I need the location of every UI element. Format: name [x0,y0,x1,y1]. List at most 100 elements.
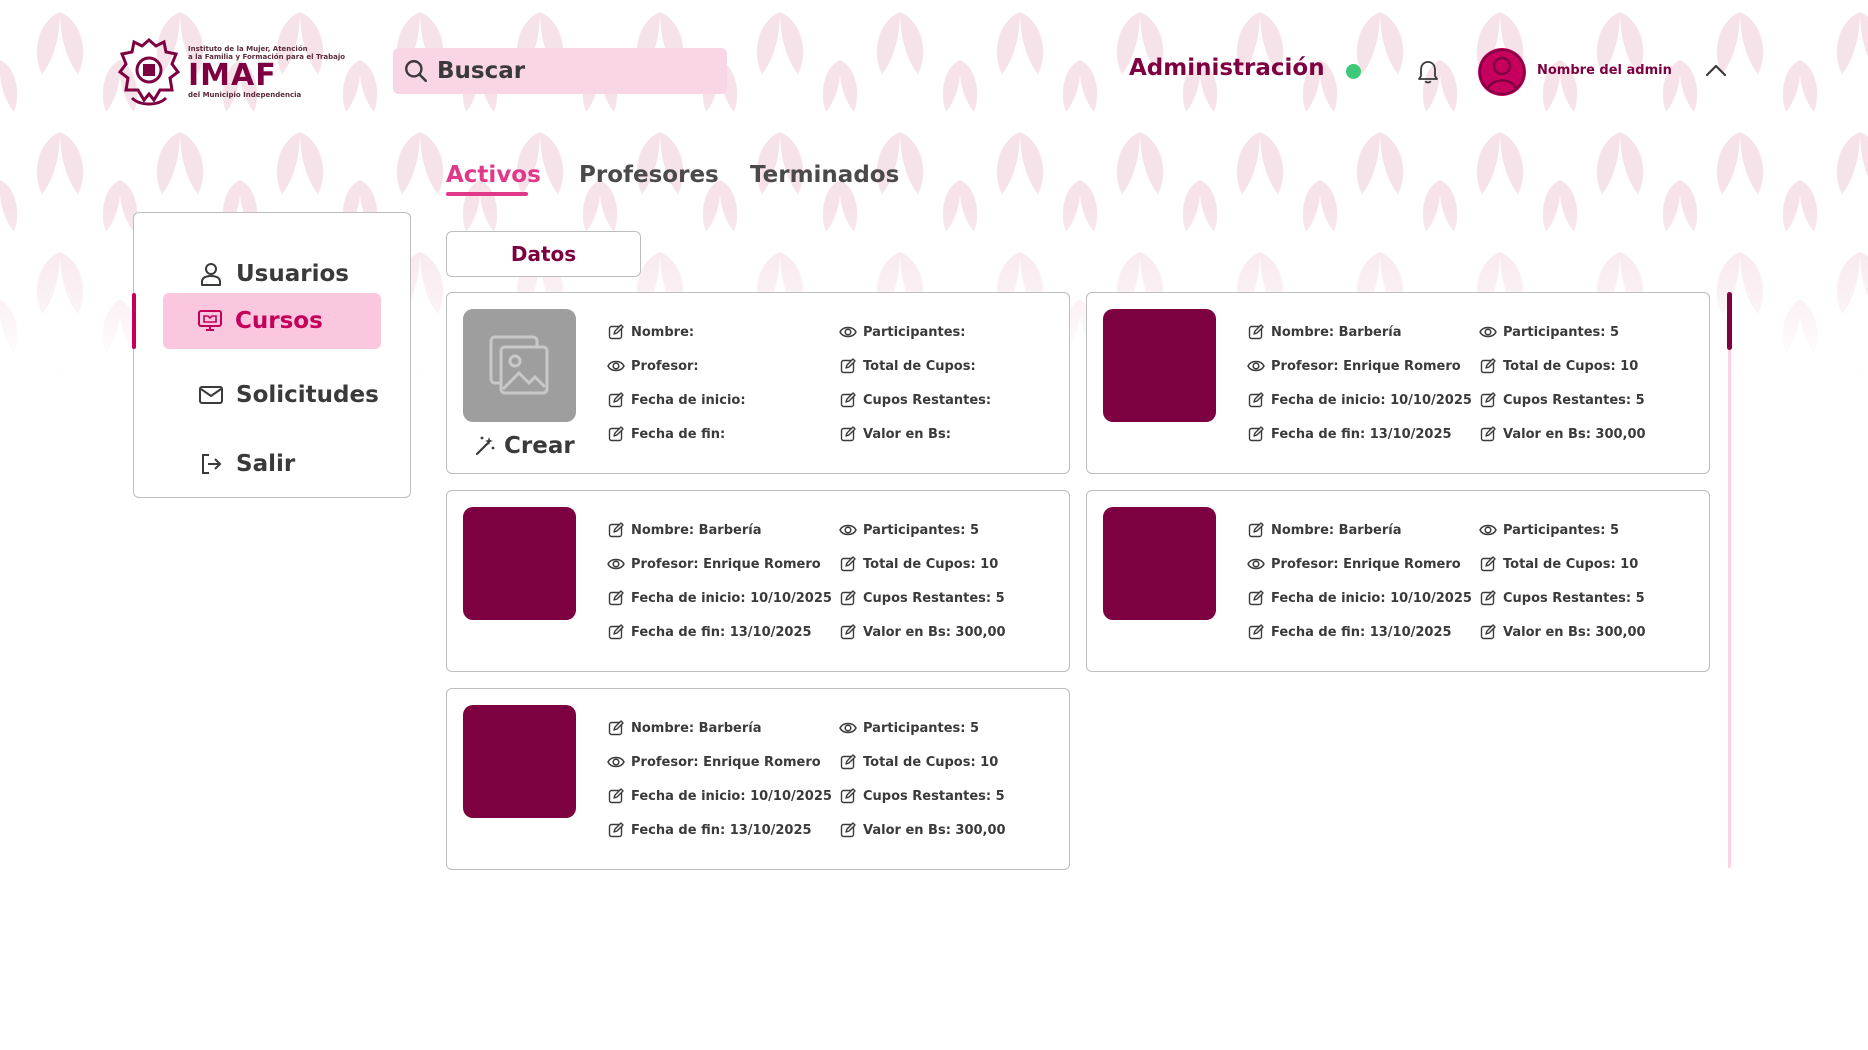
field-profesor[interactable]: Profesor: Enrique Romero [607,555,821,573]
eye-icon [839,323,857,341]
edit-icon [839,357,857,375]
field-nombre[interactable]: Nombre: Barbería [607,521,761,539]
sidebar-item-solicitudes[interactable]: Solicitudes [134,367,412,423]
create-course-card: Crear Nombre: Profesor: Fecha de inicio:… [446,292,1070,474]
field-value: Valor en Bs: 300,00 [863,822,1006,838]
field-fecha-inicio[interactable]: Fecha de inicio: 10/10/2025 [1247,391,1472,409]
avatar[interactable] [1478,48,1526,96]
field-value: Fecha de fin: 13/10/2025 [631,624,812,640]
field-value: Participantes: 5 [863,720,980,736]
course-card[interactable]: Nombre: Barbería Profesor: Enrique Romero… [446,688,1070,870]
field-participantes[interactable]: Participantes: 5 [839,719,979,737]
field-label: Profesor: [631,358,699,374]
field-nombre[interactable]: Nombre: Barbería [607,719,761,737]
search-placeholder: Buscar [437,58,526,84]
edit-icon [1479,623,1497,641]
edit-icon [839,821,857,839]
field-cupos-restantes[interactable]: Cupos Restantes: 5 [1479,391,1645,409]
sidebar-item-salir[interactable]: Salir [134,436,412,492]
field-total-cupos[interactable]: Total de Cupos: 10 [1479,555,1638,573]
field-nombre[interactable]: Nombre: Barbería [1247,521,1401,539]
field-valor[interactable]: Valor en Bs: 300,00 [839,623,1006,641]
field-total-cupos[interactable]: Total de Cupos: [839,357,976,375]
field-profesor[interactable]: Profesor: Enrique Romero [1247,357,1461,375]
field-cupos-restantes[interactable]: Cupos Restantes: [839,391,991,409]
field-fecha-inicio[interactable]: Fecha de inicio: 10/10/2025 [607,589,832,607]
field-value: Total de Cupos: 10 [1503,556,1639,572]
edit-icon [1247,623,1265,641]
eye-icon [1479,521,1497,539]
course-card[interactable]: Nombre: Barbería Profesor: Enrique Romero… [1086,292,1710,474]
field-fecha-inicio[interactable]: Fecha de inicio: 10/10/2025 [607,787,832,805]
course-card[interactable]: Nombre: Barbería Profesor: Enrique Romero… [446,490,1070,672]
tab-profesores[interactable]: Profesores [579,162,719,188]
field-fecha-fin[interactable]: Fecha de fin: 13/10/2025 [1247,425,1452,443]
course-image[interactable] [463,507,576,620]
brand-line1: Instituto de la Mujer, Atención [188,45,308,53]
user-icon [198,261,224,287]
course-card[interactable]: Nombre: Barbería Profesor: Enrique Romero… [1086,490,1710,672]
field-nombre[interactable]: Nombre: [607,323,694,341]
field-valor[interactable]: Valor en Bs: [839,425,951,443]
chevron-up-icon [1705,64,1727,77]
field-label: Cupos Restantes: [863,392,992,408]
tab-activos[interactable]: Activos [446,162,541,188]
notification-button[interactable] [1416,59,1440,89]
field-valor[interactable]: Valor en Bs: 300,00 [1479,623,1646,641]
field-cupos-restantes[interactable]: Cupos Restantes: 5 [839,589,1005,607]
course-image[interactable] [1103,507,1216,620]
brand-logo[interactable]: Instituto de la Mujer, Atención a la Fam… [118,34,358,110]
datos-button[interactable]: Datos [446,231,641,277]
field-fecha-fin[interactable]: Fecha de fin: 13/10/2025 [607,623,812,641]
field-participantes[interactable]: Participantes: 5 [839,521,979,539]
search-icon [405,60,428,83]
field-participantes[interactable]: Participantes: 5 [1479,323,1619,341]
field-fecha-fin[interactable]: Fecha de fin: 13/10/2025 [1247,623,1452,641]
edit-icon [607,323,625,341]
field-fecha-fin[interactable]: Fecha de fin: 13/10/2025 [607,821,812,839]
field-valor[interactable]: Valor en Bs: 300,00 [1479,425,1646,443]
account-menu-toggle[interactable] [1704,62,1728,82]
search-input[interactable]: Buscar [393,48,727,94]
field-fecha-fin[interactable]: Fecha de fin: [607,425,725,443]
tab-terminados[interactable]: Terminados [750,162,899,188]
field-fecha-inicio[interactable]: Fecha de inicio: [607,391,746,409]
field-value: Cupos Restantes: 5 [1503,590,1645,606]
field-total-cupos[interactable]: Total de Cupos: 10 [1479,357,1638,375]
field-label: Valor en Bs: [863,426,951,442]
field-fecha-inicio[interactable]: Fecha de inicio: 10/10/2025 [1247,589,1472,607]
course-image[interactable] [463,705,576,818]
scrollbar-track[interactable] [1728,292,1731,868]
field-nombre[interactable]: Nombre: Barbería [1247,323,1401,341]
field-participantes[interactable]: Participantes: [839,323,966,341]
field-profesor[interactable]: Profesor: Enrique Romero [607,753,821,771]
create-button[interactable]: Crear [474,433,575,459]
sidebar-item-cursos[interactable]: Cursos [163,293,381,349]
field-total-cupos[interactable]: Total de Cupos: 10 [839,555,998,573]
edit-icon [607,589,625,607]
field-total-cupos[interactable]: Total de Cupos: 10 [839,753,998,771]
edit-icon [607,391,625,409]
edit-icon [839,425,857,443]
field-label: Nombre: [631,324,695,340]
monitor-icon [197,308,223,334]
field-valor[interactable]: Valor en Bs: 300,00 [839,821,1006,839]
field-value: Valor en Bs: 300,00 [1503,624,1646,640]
field-participantes[interactable]: Participantes: 5 [1479,521,1619,539]
field-value: Fecha de fin: 13/10/2025 [631,822,812,838]
course-image[interactable] [1103,309,1216,422]
field-profesor[interactable]: Profesor: Enrique Romero [1247,555,1461,573]
field-profesor[interactable]: Profesor: [607,357,699,375]
field-cupos-restantes[interactable]: Cupos Restantes: 5 [839,787,1005,805]
image-placeholder[interactable] [463,309,576,422]
edit-icon [839,787,857,805]
scrollbar-thumb[interactable] [1727,292,1732,350]
admin-name[interactable]: Nombre del admin [1537,63,1672,78]
crest-icon [118,38,180,106]
create-label: Crear [504,433,575,459]
field-value: Valor en Bs: 300,00 [1503,426,1646,442]
field-value: Profesor: Enrique Romero [631,754,821,770]
field-value: Total de Cupos: 10 [1503,358,1639,374]
field-cupos-restantes[interactable]: Cupos Restantes: 5 [1479,589,1645,607]
page-title: Administración [1129,55,1325,81]
